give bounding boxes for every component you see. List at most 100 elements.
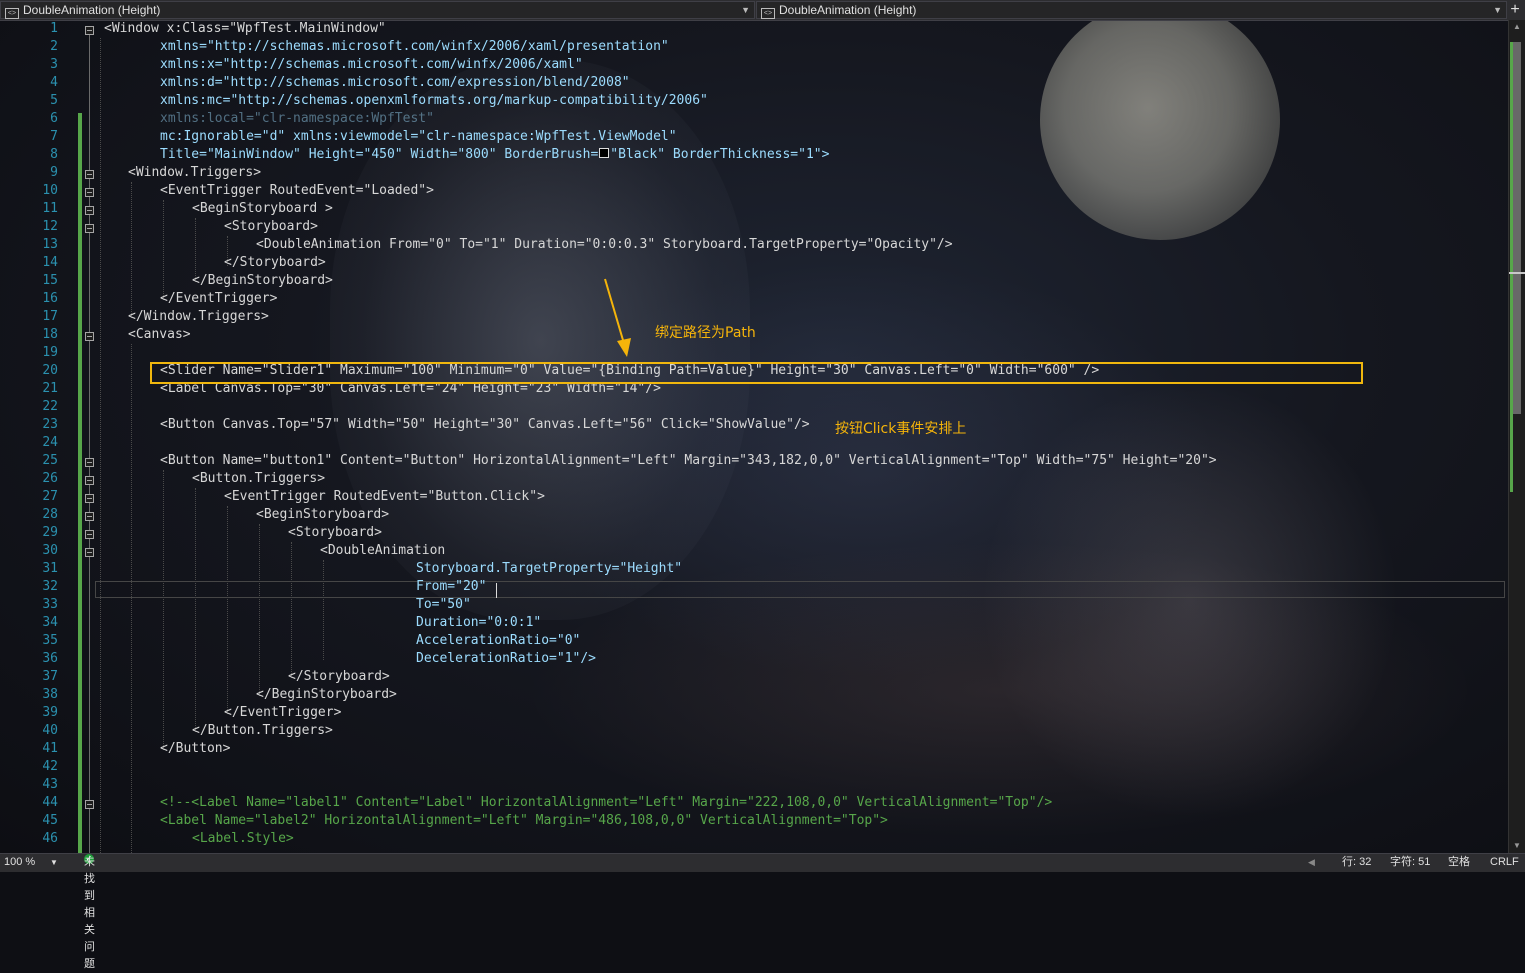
member-dropdown-value: DoubleAnimation (Height) <box>779 3 917 17</box>
cursor-line[interactable]: 行: 32 <box>1342 854 1371 871</box>
code-line-3[interactable]: xmlns:x="http://schemas.microsoft.com/wi… <box>160 56 583 74</box>
code-line-11[interactable]: <BeginStoryboard > <box>192 200 333 218</box>
member-dropdown[interactable]: <> DoubleAnimation (Height) ▼ <box>756 1 1507 19</box>
code-line-5[interactable]: xmlns:mc="http://schemas.openxmlformats.… <box>160 92 708 110</box>
indent-guide <box>195 488 196 732</box>
fold-line <box>89 35 90 853</box>
collapse-icon[interactable] <box>85 206 94 215</box>
code-line-46[interactable]: <Label.Style> <box>192 830 294 848</box>
collapse-icon[interactable] <box>85 188 94 197</box>
line-number: 16 <box>42 291 58 306</box>
line-number-gutter: 1 2 3 4 5 6 7 8 9 10 11 12 13 14 15 16 17 18 19 20 21 22 23 24 2… <box>0 20 58 853</box>
code-line-37[interactable]: </Storyboard> <box>288 668 390 686</box>
code-line-1[interactable]: <Window x:Class="WpfTest.MainWindow" <box>104 20 386 38</box>
cursor-char[interactable]: 字符: 51 <box>1390 854 1430 871</box>
scroll-left-icon[interactable]: ◀ <box>1308 854 1315 871</box>
scroll-up-icon[interactable]: ▲ <box>1513 22 1521 31</box>
caret-position-marker <box>1509 272 1525 274</box>
code-line-41[interactable]: </Button> <box>160 740 230 758</box>
code-line-4[interactable]: xmlns:d="http://schemas.microsoft.com/ex… <box>160 74 630 92</box>
whitespace-mode[interactable]: 空格 <box>1448 854 1470 871</box>
zoom-dropdown-icon[interactable]: ▼ <box>50 854 58 871</box>
zoom-level[interactable]: 100 % <box>4 854 35 871</box>
line-ending[interactable]: CRLF <box>1490 854 1519 871</box>
code-editor[interactable]: 1 2 3 4 5 6 7 8 9 10 11 12 13 14 15 16 17 18 19 20 21 22 23 24 2… <box>0 20 1508 853</box>
collapse-icon[interactable] <box>85 548 94 557</box>
scroll-down-icon[interactable]: ▼ <box>1513 841 1521 850</box>
code-line-13[interactable]: <DoubleAnimation From="0" To="1" Duratio… <box>256 236 953 254</box>
code-line-17[interactable]: </Window.Triggers> <box>128 308 269 326</box>
code-line-25[interactable]: <Button Name="button1" Content="Button" … <box>160 452 1217 470</box>
code-line-16[interactable]: </EventTrigger> <box>160 290 277 308</box>
line-number: 13 <box>42 237 58 252</box>
collapse-icon[interactable] <box>85 458 94 467</box>
scrollbar-thumb[interactable] <box>1513 42 1521 414</box>
line-number: 12 <box>42 219 58 234</box>
line-number: 41 <box>42 741 58 756</box>
line-number: 22 <box>42 399 58 414</box>
code-line-9[interactable]: <Window.Triggers> <box>128 164 261 182</box>
line-number: 20 <box>42 363 58 378</box>
line-number: 37 <box>42 669 58 684</box>
line-number: 5 <box>50 93 58 108</box>
line-number: 4 <box>50 75 58 90</box>
code-line-29[interactable]: <Storyboard> <box>288 524 382 542</box>
line-number: 27 <box>42 489 58 504</box>
collapse-icon[interactable] <box>85 530 94 539</box>
line-number: 1 <box>50 21 58 36</box>
code-line-14[interactable]: </Storyboard> <box>224 254 326 272</box>
code-line-34[interactable]: Duration="0:0:1" <box>416 614 541 632</box>
code-line-39[interactable]: </EventTrigger> <box>224 704 341 722</box>
xaml-element-icon: <> <box>5 8 19 19</box>
code-line-40[interactable]: </Button.Triggers> <box>192 722 333 740</box>
code-line-30[interactable]: <DoubleAnimation <box>320 542 445 560</box>
collapse-icon[interactable] <box>85 332 94 341</box>
indent-guide <box>131 182 132 318</box>
code-line-27[interactable]: <EventTrigger RoutedEvent="Button.Click"… <box>224 488 545 506</box>
code-line-12[interactable]: <Storyboard> <box>224 218 318 236</box>
line-number: 2 <box>50 39 58 54</box>
code-line-7[interactable]: mc:Ignorable="d" xmlns:viewmodel="clr-na… <box>160 128 677 146</box>
line-number: 39 <box>42 705 58 720</box>
code-line-38[interactable]: </BeginStoryboard> <box>256 686 397 704</box>
add-split-icon[interactable]: + <box>1507 0 1523 20</box>
code-line-23[interactable]: <Button Canvas.Top="57" Width="50" Heigh… <box>160 416 810 434</box>
collapse-icon[interactable] <box>85 26 94 35</box>
line-number: 29 <box>42 525 58 540</box>
indent-guide <box>227 506 228 714</box>
collapse-icon[interactable] <box>85 224 94 233</box>
code-line-31[interactable]: Storyboard.TargetProperty="Height" <box>416 560 682 578</box>
code-line-33[interactable]: To="50" <box>416 596 471 614</box>
line-number: 25 <box>42 453 58 468</box>
collapse-icon[interactable] <box>85 800 94 809</box>
collapse-icon[interactable] <box>85 476 94 485</box>
line-number: 17 <box>42 309 58 324</box>
code-line-45[interactable]: <Label Name="label2" HorizontalAlignment… <box>160 812 888 830</box>
code-line-36[interactable]: DecelerationRatio="1"/> <box>416 650 596 668</box>
code-line-18[interactable]: <Canvas> <box>128 326 191 344</box>
indent-guide <box>131 344 132 853</box>
line-number: 3 <box>50 57 58 72</box>
line-number: 30 <box>42 543 58 558</box>
line-number: 9 <box>50 165 58 180</box>
code-line-32[interactable]: From="20" <box>416 578 486 596</box>
collapse-icon[interactable] <box>85 170 94 179</box>
code-line-15[interactable]: </BeginStoryboard> <box>192 272 333 290</box>
code-line-2[interactable]: xmlns="http://schemas.microsoft.com/winf… <box>160 38 669 56</box>
code-line-6[interactable]: xmlns:local="clr-namespace:WpfTest" <box>160 110 434 128</box>
indent-guide <box>259 524 260 696</box>
line-number: 38 <box>42 687 58 702</box>
code-line-35[interactable]: AccelerationRatio="0" <box>416 632 580 650</box>
code-line-8[interactable]: Title="MainWindow" Height="450" Width="8… <box>160 146 829 164</box>
code-line-10[interactable]: <EventTrigger RoutedEvent="Loaded"> <box>160 182 434 200</box>
code-line-44[interactable]: <!--<Label Name="label1" Content="Label"… <box>160 794 1052 812</box>
collapse-icon[interactable] <box>85 494 94 503</box>
chevron-down-icon: ▼ <box>1493 5 1502 15</box>
vertical-scrollbar[interactable]: ▲ ▼ <box>1508 20 1525 853</box>
line-number: 6 <box>50 111 58 126</box>
type-dropdown[interactable]: <> DoubleAnimation (Height) ▼ <box>0 1 755 19</box>
code-line-28[interactable]: <BeginStoryboard> <box>256 506 389 524</box>
collapse-icon[interactable] <box>85 512 94 521</box>
indent-guide <box>291 542 292 678</box>
code-line-26[interactable]: <Button.Triggers> <box>192 470 325 488</box>
